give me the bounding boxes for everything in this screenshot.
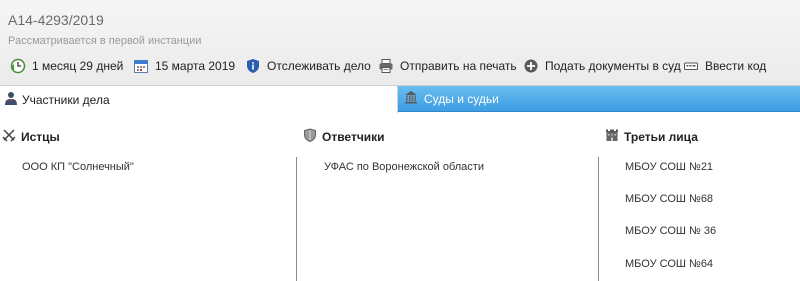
plus-circle-icon [523, 58, 539, 74]
print-label: Отправить на печать [400, 59, 517, 73]
person-icon [4, 91, 18, 108]
defendants-title: Ответчики [322, 129, 385, 144]
shield-info-icon [245, 58, 261, 74]
shield-icon [303, 128, 317, 145]
castle-icon [605, 128, 619, 145]
courthouse-icon [404, 90, 418, 107]
case-header: А14-4293/2019 Рассматривается в первой и… [0, 0, 800, 86]
case-number: А14-4293/2019 [8, 12, 104, 28]
printer-icon [378, 58, 394, 74]
crossed-swords-icon [2, 128, 16, 145]
case-status: Рассматривается в первой инстанции [8, 35, 202, 47]
toolbar: 1 месяц 29 дней 15 марта 2019 Отслеживат… [0, 55, 800, 77]
tab-courts[interactable]: Суды и судьи [398, 86, 800, 112]
track-case-button[interactable]: Отслеживать дело [245, 55, 371, 77]
date-item: 15 марта 2019 [133, 55, 235, 77]
third-party-item[interactable]: МБОУ СОШ №64 [625, 258, 713, 270]
third-party-item[interactable]: МБОУ СОШ №68 [625, 193, 713, 205]
submit-documents-button[interactable]: Подать документы в суд [523, 55, 681, 77]
print-button[interactable]: Отправить на печать [378, 55, 517, 77]
plaintiffs-column: Истцы ООО КП "Солнечный" [0, 112, 296, 281]
enter-code-label: Ввести код [705, 59, 767, 73]
enter-code-button[interactable]: Ввести код [683, 55, 766, 77]
column-divider [296, 157, 297, 281]
tab-participants-label: Участники дела [22, 92, 110, 107]
third-party-item[interactable]: МБОУ СОШ №21 [625, 161, 713, 173]
defendants-header: Ответчики [303, 128, 385, 145]
third-parties-column: Третьи лица МБОУ СОШ №21 МБОУ СОШ №68 МБ… [600, 112, 800, 281]
defendant-item[interactable]: УФАС по Воронежской области [324, 161, 484, 173]
third-party-item[interactable]: МБОУ СОШ № 36 [625, 225, 716, 237]
clock-arrow-icon [10, 58, 26, 74]
plaintiff-item[interactable]: ООО КП "Солнечный" [22, 161, 134, 173]
date-label: 15 марта 2019 [155, 59, 236, 73]
defendants-column: Ответчики УФАС по Воронежской области [298, 112, 596, 281]
column-divider [598, 157, 599, 281]
plaintiffs-header: Истцы [2, 128, 60, 145]
tab-courts-label: Суды и судьи [424, 91, 499, 106]
tab-bar: Участники дела Суды и судьи [0, 86, 800, 113]
track-case-label: Отслеживать дело [267, 59, 371, 73]
plaintiffs-title: Истцы [21, 129, 60, 144]
duration-label: 1 месяц 29 дней [32, 59, 124, 73]
third-parties-title: Третьи лица [624, 129, 698, 144]
calendar-icon [133, 58, 149, 74]
submit-documents-label: Подать документы в суд [545, 59, 681, 73]
tab-participants[interactable]: Участники дела [0, 86, 398, 113]
duration-item: 1 месяц 29 дней [10, 55, 123, 77]
third-parties-header: Третьи лица [605, 128, 698, 145]
keyboard-icon [683, 58, 699, 74]
